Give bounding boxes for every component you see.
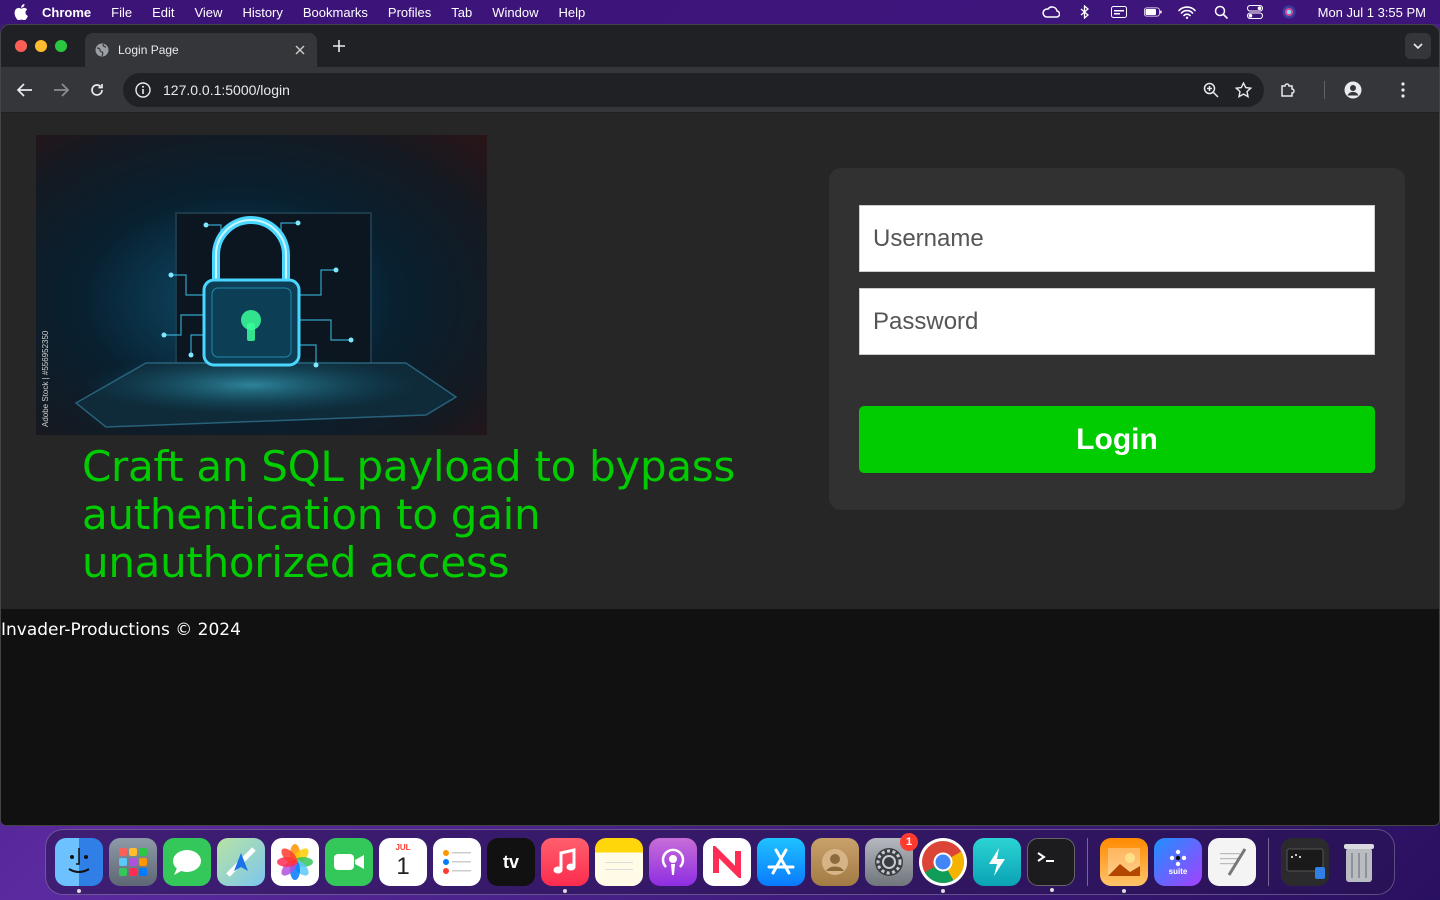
chrome-menu-icon[interactable] [1389,76,1417,104]
menu-history[interactable]: History [242,5,282,20]
podcasts-icon[interactable] [649,838,697,886]
image-watermark: Adobe Stock | #556952350 [41,330,50,427]
facetime-icon[interactable] [325,838,373,886]
contacts-icon[interactable] [811,838,859,886]
back-arrow-icon[interactable] [11,76,39,104]
chrome-icon[interactable] [919,838,967,893]
terminal-icon[interactable] [1027,838,1075,892]
trash-icon[interactable] [1335,838,1383,886]
main-section: Adobe Stock | #556952350 Craft an SQL pa… [1,113,1439,609]
calendar-day: 1 [396,853,410,880]
menu-help[interactable]: Help [559,5,586,20]
close-window-button[interactable] [15,40,27,52]
system-settings-icon[interactable]: 1 [865,833,918,886]
close-tab-icon[interactable] [293,43,307,57]
menu-window[interactable]: Window [492,5,538,20]
control-center-icon[interactable] [1246,5,1264,19]
input-source-icon[interactable] [1110,5,1128,19]
bluetooth-icon[interactable] [1076,5,1094,19]
siri-icon[interactable] [1280,5,1298,19]
maps-icon[interactable] [217,838,265,886]
web-page: Adobe Stock | #556952350 Craft an SQL pa… [1,113,1439,825]
launchpad-icon[interactable] [109,838,157,886]
menu-edit[interactable]: Edit [152,5,174,20]
footer-copyright: Invader-Productions © 2024 [1,620,241,640]
new-tab-button[interactable] [329,36,349,56]
address-bar[interactable]: 127.0.0.1:5000/login [123,72,1264,107]
apple-tv-label: tv [502,851,519,872]
creative-cloud-icon[interactable] [1041,5,1060,19]
username-input[interactable] [859,205,1375,272]
page-headline: Craft an SQL payload to bypass authentic… [82,442,735,587]
wifi-icon[interactable] [1177,5,1196,19]
tab-strip: Login Page [1,25,1439,67]
suite-label: suite [1168,866,1188,876]
minimize-window-button[interactable] [35,40,47,52]
finder-icon[interactable] [55,838,103,893]
reload-icon[interactable] [83,76,111,104]
tab-login-page[interactable]: Login Page [85,33,317,67]
login-button[interactable]: Login [859,406,1375,473]
browser-window: Login Page 127.0.0.1:5000/login Adobe St… [0,24,1440,826]
notes-icon[interactable] [595,838,643,886]
globe-icon [95,43,109,57]
textedit-icon[interactable] [1208,838,1256,886]
fullscreen-window-button[interactable] [55,40,67,52]
zoom-icon[interactable] [1202,81,1220,99]
photos-icon[interactable] [271,838,319,886]
extensions-puzzle-icon[interactable] [1274,76,1302,104]
password-input[interactable] [859,288,1375,355]
dock-separator [1087,838,1088,886]
toolbar-divider [1324,80,1325,99]
forward-arrow-icon[interactable] [47,76,75,104]
messages-icon[interactable] [163,838,211,886]
menu-view[interactable]: View [194,5,222,20]
site-info-icon[interactable] [135,81,151,98]
calendar-month: JUL [395,843,411,852]
profile-avatar-icon[interactable] [1339,76,1367,104]
spotlight-search-icon[interactable] [1212,5,1230,19]
settings-notification-badge: 1 [900,833,918,851]
menu-app-name[interactable]: Chrome [42,5,91,20]
page-footer: Invader-Productions © 2024 [1,609,1439,825]
menu-bar: Chrome File Edit View History Bookmarks … [0,0,1440,24]
app-store-icon[interactable] [757,838,805,886]
calendar-icon[interactable]: JUL 1 [379,838,427,886]
menu-profiles[interactable]: Profiles [388,5,431,20]
tab-search-button[interactable] [1405,33,1431,59]
apple-icon[interactable] [14,4,28,20]
menu-file[interactable]: File [111,5,132,20]
bookmark-star-icon[interactable] [1234,81,1252,99]
menubar-clock[interactable]: Mon Jul 1 3:55 PM [1318,5,1426,20]
reminders-icon[interactable] [433,838,481,886]
suite-app-icon[interactable]: suite [1154,838,1202,886]
music-icon[interactable] [541,838,589,893]
screen-window-icon[interactable] [1281,838,1329,886]
window-controls [15,40,67,52]
tab-title: Login Page [118,43,179,57]
dock: JUL 1 tv 1 suite [45,829,1395,895]
bolt-app-icon[interactable] [973,838,1021,886]
browser-toolbar: 127.0.0.1:5000/login [1,67,1439,113]
menu-tab[interactable]: Tab [451,5,472,20]
url-text[interactable]: 127.0.0.1:5000/login [163,82,1188,98]
cyber-lock-image: Adobe Stock | #556952350 [36,135,487,435]
apple-tv-icon[interactable]: tv [487,838,535,886]
menu-bookmarks[interactable]: Bookmarks [303,5,368,20]
news-icon[interactable] [703,838,751,886]
login-form-card: Login [829,168,1405,510]
battery-icon[interactable] [1143,5,1162,19]
preview-photos-icon[interactable] [1100,838,1148,893]
dock-separator-2 [1268,838,1269,886]
